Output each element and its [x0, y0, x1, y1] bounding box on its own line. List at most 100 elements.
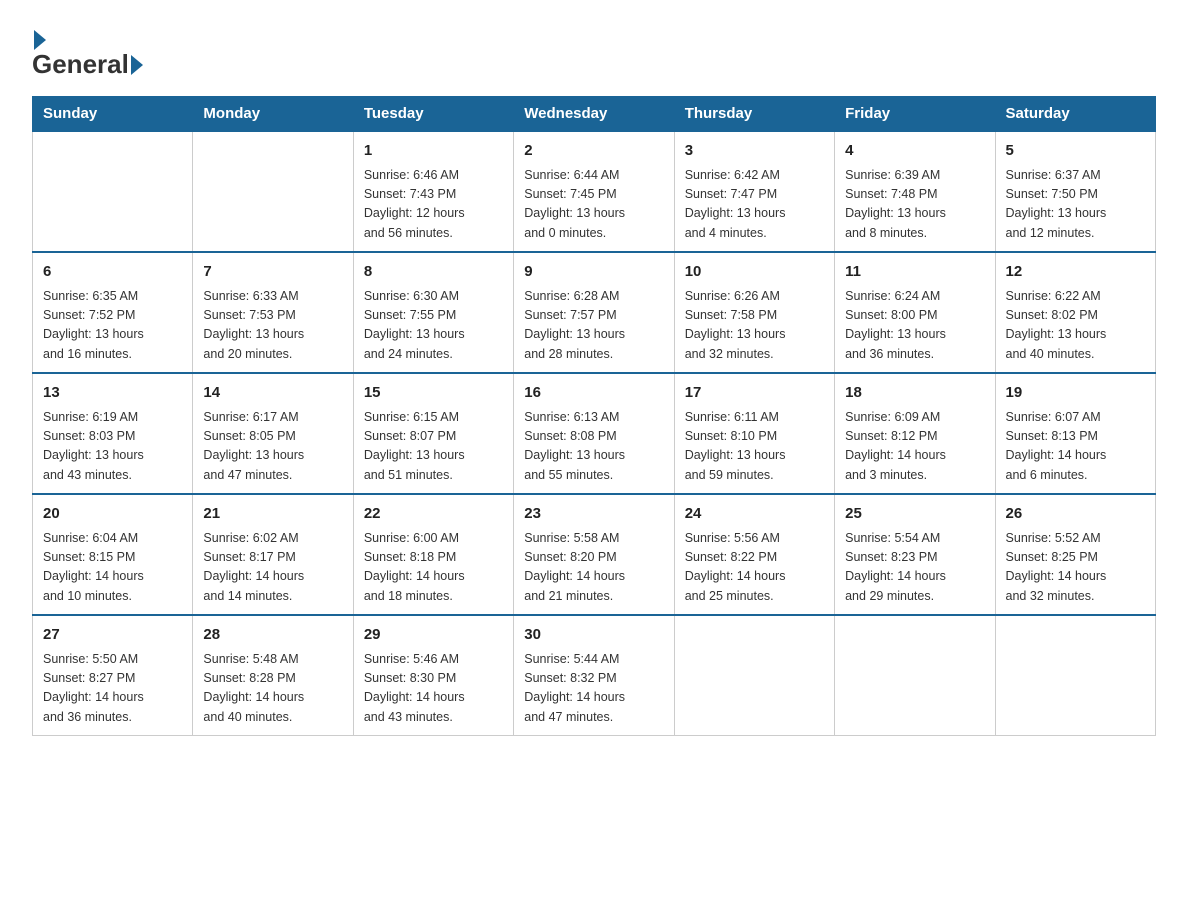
calendar-cell: 22 Sunrise: 6:00 AM Sunset: 8:18 PM Dayli…: [353, 494, 513, 615]
calendar-cell: [33, 131, 193, 252]
day-info: Sunrise: 6:35 AM Sunset: 7:52 PM Dayligh…: [43, 287, 182, 365]
calendar-cell: 18 Sunrise: 6:09 AM Sunset: 8:12 PM Dayli…: [835, 373, 995, 494]
calendar-cell: 26Sunrise: 5:52 AM Sunset: 8:25 PM Dayli…: [995, 494, 1155, 615]
day-info: Sunrise: 5:48 AM Sunset: 8:28 PM Dayligh…: [203, 650, 342, 728]
calendar-cell: 25 Sunrise: 5:54 AM Sunset: 8:23 PM Dayli…: [835, 494, 995, 615]
day-number: 5: [1006, 140, 1145, 163]
day-info: Sunrise: 5:58 AM Sunset: 8:20 PM Dayligh…: [524, 529, 663, 607]
day-number: 22: [364, 503, 503, 526]
calendar-cell: 15Sunrise: 6:15 AM Sunset: 8:07 PM Dayli…: [353, 373, 513, 494]
day-number: 10: [685, 261, 824, 284]
calendar-week-row: 1 Sunrise: 6:46 AM Sunset: 7:43 PM Daylig…: [33, 131, 1156, 252]
day-number: 23: [524, 503, 663, 526]
day-info: Sunrise: 6:09 AM Sunset: 8:12 PM Dayligh…: [845, 408, 984, 486]
day-number: 18: [845, 382, 984, 405]
day-number: 16: [524, 382, 663, 405]
calendar-cell: 28 Sunrise: 5:48 AM Sunset: 8:28 PM Dayli…: [193, 615, 353, 736]
column-header-sunday: Sunday: [33, 97, 193, 132]
day-info: Sunrise: 6:13 AM Sunset: 8:08 PM Dayligh…: [524, 408, 663, 486]
day-info: Sunrise: 6:07 AM Sunset: 8:13 PM Dayligh…: [1006, 408, 1145, 486]
calendar-cell: 7 Sunrise: 6:33 AM Sunset: 7:53 PM Daylig…: [193, 252, 353, 373]
day-number: 1: [364, 140, 503, 163]
day-number: 15: [364, 382, 503, 405]
day-number: 4: [845, 140, 984, 163]
day-info: Sunrise: 6:39 AM Sunset: 7:48 PM Dayligh…: [845, 166, 984, 244]
day-info: Sunrise: 5:54 AM Sunset: 8:23 PM Dayligh…: [845, 529, 984, 607]
column-header-wednesday: Wednesday: [514, 97, 674, 132]
day-number: 7: [203, 261, 342, 284]
calendar-cell: 9 Sunrise: 6:28 AM Sunset: 7:57 PM Daylig…: [514, 252, 674, 373]
day-number: 19: [1006, 382, 1145, 405]
calendar-cell: 29 Sunrise: 5:46 AM Sunset: 8:30 PM Dayli…: [353, 615, 513, 736]
day-info: Sunrise: 6:28 AM Sunset: 7:57 PM Dayligh…: [524, 287, 663, 365]
calendar-cell: 17 Sunrise: 6:11 AM Sunset: 8:10 PM Dayli…: [674, 373, 834, 494]
page-header: General: [32, 24, 1156, 80]
column-header-monday: Monday: [193, 97, 353, 132]
logo-general-bottom: General: [32, 49, 129, 80]
day-number: 29: [364, 624, 503, 647]
calendar-cell: 16 Sunrise: 6:13 AM Sunset: 8:08 PM Dayli…: [514, 373, 674, 494]
day-number: 24: [685, 503, 824, 526]
calendar-cell: [835, 615, 995, 736]
calendar-cell: 30 Sunrise: 5:44 AM Sunset: 8:32 PM Dayli…: [514, 615, 674, 736]
calendar-week-row: 20 Sunrise: 6:04 AM Sunset: 8:15 PM Dayli…: [33, 494, 1156, 615]
day-info: Sunrise: 6:33 AM Sunset: 7:53 PM Dayligh…: [203, 287, 342, 365]
day-number: 6: [43, 261, 182, 284]
day-number: 30: [524, 624, 663, 647]
calendar-cell: 27 Sunrise: 5:50 AM Sunset: 8:27 PM Dayli…: [33, 615, 193, 736]
column-header-thursday: Thursday: [674, 97, 834, 132]
day-info: Sunrise: 6:11 AM Sunset: 8:10 PM Dayligh…: [685, 408, 824, 486]
logo: General: [32, 24, 145, 80]
calendar-cell: 13Sunrise: 6:19 AM Sunset: 8:03 PM Dayli…: [33, 373, 193, 494]
calendar-cell: 19 Sunrise: 6:07 AM Sunset: 8:13 PM Dayli…: [995, 373, 1155, 494]
day-info: Sunrise: 5:50 AM Sunset: 8:27 PM Dayligh…: [43, 650, 182, 728]
calendar-cell: 3 Sunrise: 6:42 AM Sunset: 7:47 PM Daylig…: [674, 131, 834, 252]
calendar-cell: 23 Sunrise: 5:58 AM Sunset: 8:20 PM Dayli…: [514, 494, 674, 615]
calendar-cell: [674, 615, 834, 736]
day-number: 3: [685, 140, 824, 163]
day-info: Sunrise: 6:26 AM Sunset: 7:58 PM Dayligh…: [685, 287, 824, 365]
calendar-cell: [193, 131, 353, 252]
calendar-table: SundayMondayTuesdayWednesdayThursdayFrid…: [32, 96, 1156, 736]
day-info: Sunrise: 6:00 AM Sunset: 8:18 PM Dayligh…: [364, 529, 503, 607]
day-number: 21: [203, 503, 342, 526]
day-number: 20: [43, 503, 182, 526]
day-info: Sunrise: 6:24 AM Sunset: 8:00 PM Dayligh…: [845, 287, 984, 365]
day-number: 27: [43, 624, 182, 647]
day-info: Sunrise: 6:04 AM Sunset: 8:15 PM Dayligh…: [43, 529, 182, 607]
day-info: Sunrise: 5:46 AM Sunset: 8:30 PM Dayligh…: [364, 650, 503, 728]
day-info: Sunrise: 6:17 AM Sunset: 8:05 PM Dayligh…: [203, 408, 342, 486]
day-info: Sunrise: 5:44 AM Sunset: 8:32 PM Dayligh…: [524, 650, 663, 728]
calendar-week-row: 27 Sunrise: 5:50 AM Sunset: 8:27 PM Dayli…: [33, 615, 1156, 736]
day-info: Sunrise: 5:56 AM Sunset: 8:22 PM Dayligh…: [685, 529, 824, 607]
day-number: 25: [845, 503, 984, 526]
calendar-cell: 6 Sunrise: 6:35 AM Sunset: 7:52 PM Daylig…: [33, 252, 193, 373]
calendar-cell: 10 Sunrise: 6:26 AM Sunset: 7:58 PM Dayli…: [674, 252, 834, 373]
day-info: Sunrise: 6:44 AM Sunset: 7:45 PM Dayligh…: [524, 166, 663, 244]
column-header-saturday: Saturday: [995, 97, 1155, 132]
calendar-cell: 12 Sunrise: 6:22 AM Sunset: 8:02 PM Dayli…: [995, 252, 1155, 373]
logo-arrow-icon: [34, 30, 46, 50]
column-header-tuesday: Tuesday: [353, 97, 513, 132]
calendar-cell: 5 Sunrise: 6:37 AM Sunset: 7:50 PM Daylig…: [995, 131, 1155, 252]
day-info: Sunrise: 6:46 AM Sunset: 7:43 PM Dayligh…: [364, 166, 503, 244]
day-info: Sunrise: 6:30 AM Sunset: 7:55 PM Dayligh…: [364, 287, 503, 365]
day-info: Sunrise: 6:19 AM Sunset: 8:03 PM Dayligh…: [43, 408, 182, 486]
calendar-cell: 14 Sunrise: 6:17 AM Sunset: 8:05 PM Dayli…: [193, 373, 353, 494]
logo-arrow-icon2: [131, 55, 143, 75]
calendar-cell: 20 Sunrise: 6:04 AM Sunset: 8:15 PM Dayli…: [33, 494, 193, 615]
day-number: 28: [203, 624, 342, 647]
day-number: 14: [203, 382, 342, 405]
calendar-week-row: 6 Sunrise: 6:35 AM Sunset: 7:52 PM Daylig…: [33, 252, 1156, 373]
day-number: 17: [685, 382, 824, 405]
day-number: 12: [1006, 261, 1145, 284]
calendar-header-row: SundayMondayTuesdayWednesdayThursdayFrid…: [33, 97, 1156, 132]
day-number: 9: [524, 261, 663, 284]
day-info: Sunrise: 6:22 AM Sunset: 8:02 PM Dayligh…: [1006, 287, 1145, 365]
day-info: Sunrise: 5:52 AM Sunset: 8:25 PM Dayligh…: [1006, 529, 1145, 607]
day-number: 2: [524, 140, 663, 163]
calendar-week-row: 13Sunrise: 6:19 AM Sunset: 8:03 PM Dayli…: [33, 373, 1156, 494]
day-info: Sunrise: 6:42 AM Sunset: 7:47 PM Dayligh…: [685, 166, 824, 244]
calendar-cell: 4 Sunrise: 6:39 AM Sunset: 7:48 PM Daylig…: [835, 131, 995, 252]
day-info: Sunrise: 6:37 AM Sunset: 7:50 PM Dayligh…: [1006, 166, 1145, 244]
